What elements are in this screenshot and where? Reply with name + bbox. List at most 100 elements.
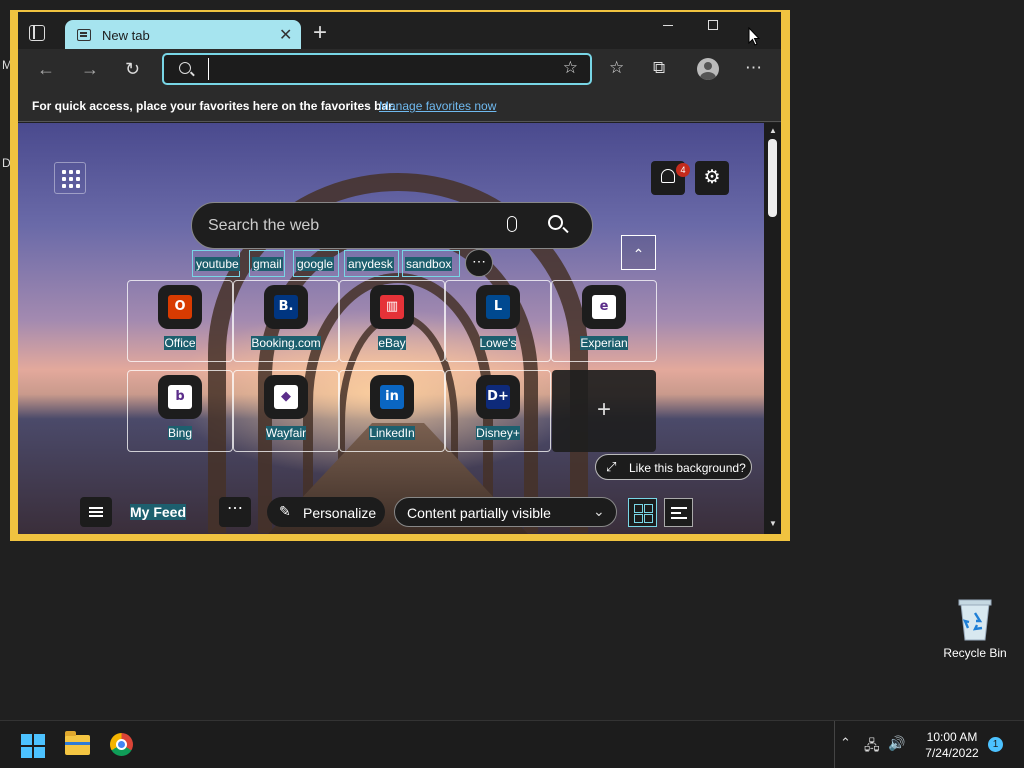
top-site-icon-wrap: D+	[476, 375, 520, 419]
content-visibility-value: Content partially visible	[407, 505, 551, 521]
favorites-icon[interactable]: ☆	[609, 58, 624, 78]
wayfair-icon: ◆	[274, 385, 298, 409]
top-site-tile[interactable]: b Bing	[127, 370, 233, 452]
top-site-tile[interactable]: e Experian	[551, 280, 657, 362]
feed-more-button[interactable]: ⋯	[219, 497, 251, 527]
microphone-icon[interactable]	[507, 216, 517, 232]
quick-links-more-button[interactable]: ⋯	[465, 249, 493, 277]
profile-avatar[interactable]	[697, 58, 719, 80]
search-icon[interactable]	[548, 215, 563, 230]
top-site-tile[interactable]: O Office	[127, 280, 233, 362]
menu-hamburger-icon[interactable]	[80, 497, 112, 527]
top-site-name: Office	[164, 336, 196, 350]
top-site-icon-wrap: b	[158, 375, 202, 419]
web-search-box[interactable]: Search the web	[191, 202, 593, 249]
ebay-icon: ▥	[380, 295, 404, 319]
like-background-button[interactable]: ⤢ Like this background?	[595, 454, 752, 480]
browser-window: New tab ✕ + ← → ↻ ☆ ☆ ⧉ ⋯ For quick acce…	[10, 10, 790, 541]
notification-center-badge[interactable]: 1	[988, 737, 1003, 752]
pencil-icon: ✎	[279, 503, 291, 519]
close-tab-icon[interactable]: ✕	[279, 25, 292, 45]
top-site-name: LinkedIn	[369, 426, 415, 440]
top-site-tile[interactable]: ◆ Wayfair	[233, 370, 339, 452]
favorites-bar: For quick access, place your favorites h…	[18, 91, 781, 122]
add-site-button[interactable]: +	[552, 370, 656, 452]
top-site-icon-wrap: ▥	[370, 285, 414, 329]
maximize-button[interactable]	[708, 20, 718, 30]
quick-link-chip[interactable]: anydesk	[344, 250, 399, 277]
scroll-up-arrow-icon[interactable]: ▲	[769, 126, 777, 135]
list-view-icon[interactable]	[664, 498, 693, 527]
clock-time: 10:00 AM	[926, 730, 978, 744]
mouse-cursor-icon	[748, 26, 761, 51]
volume-icon[interactable]: 🔊	[888, 735, 905, 752]
top-site-name: Wayfair	[265, 426, 307, 440]
top-site-name: Disney+	[476, 426, 520, 440]
app-launcher-icon[interactable]	[54, 162, 86, 194]
tray-divider	[834, 721, 835, 768]
scroll-down-arrow-icon[interactable]: ▼	[769, 519, 777, 528]
content-visibility-dropdown[interactable]: Content partially visible ⌄	[394, 497, 617, 527]
settings-gear-icon[interactable]: ⚙	[695, 161, 729, 195]
vertical-scrollbar[interactable]: ▲ ▼	[764, 123, 781, 534]
linkedin-icon: in	[380, 385, 404, 409]
top-site-icon-wrap: e	[582, 285, 626, 329]
top-site-icon-wrap: ◆	[264, 375, 308, 419]
recycle-bin-icon	[955, 596, 995, 642]
chevron-up-icon[interactable]: ⌃	[840, 735, 851, 751]
top-site-tile[interactable]: D+ Disney+	[445, 370, 551, 452]
tab-actions-icon[interactable]	[29, 25, 45, 41]
scrollbar-thumb[interactable]	[768, 139, 777, 217]
tab-new-tab[interactable]: New tab ✕	[65, 20, 301, 50]
address-bar[interactable]: ☆	[162, 53, 592, 85]
recycle-bin-label: Recycle Bin	[943, 646, 1007, 660]
quick-link-chip[interactable]: google	[293, 250, 339, 277]
top-site-name: Bing	[167, 426, 193, 440]
top-site-tile[interactable]: ▥ eBay	[339, 280, 445, 362]
personalize-button[interactable]: ✎ Personalize	[267, 497, 385, 527]
collapse-chevron-up-icon[interactable]: ⌃	[621, 235, 656, 270]
forward-arrow-icon[interactable]: →	[81, 59, 99, 80]
back-arrow-icon[interactable]: ←	[37, 59, 55, 80]
address-input[interactable]	[208, 58, 548, 80]
my-feed-tab[interactable]: My Feed	[130, 504, 187, 520]
notifications-button[interactable]: 4	[651, 161, 690, 195]
system-clock[interactable]: 10:00 AM 7/24/2022	[912, 729, 992, 761]
personalize-label: Personalize	[303, 505, 377, 521]
windows-start-icon[interactable]	[21, 734, 45, 758]
toolbar: ← → ↻ ☆ ☆ ⧉ ⋯	[18, 49, 781, 91]
more-options-icon[interactable]: ⋯	[745, 58, 762, 78]
clock-date: 7/24/2022	[925, 746, 979, 760]
web-search-placeholder: Search the web	[208, 217, 320, 234]
minimize-button[interactable]	[663, 25, 673, 26]
top-site-icon-wrap: B.	[264, 285, 308, 329]
network-icon[interactable]: 🖧	[864, 735, 880, 759]
chrome-icon[interactable]	[110, 733, 133, 756]
top-site-icon-wrap: O	[158, 285, 202, 329]
refresh-icon[interactable]: ↻	[125, 59, 140, 80]
experian-icon: e	[592, 295, 616, 319]
top-site-tile[interactable]: in LinkedIn	[339, 370, 445, 452]
new-tab-page: 4 ⚙ Search the web youtube gmail google …	[18, 123, 764, 534]
title-bar: New tab ✕ +	[18, 12, 781, 51]
quick-link-chip[interactable]: sandbox	[402, 250, 460, 277]
taskbar: ⌃ 🖧 🔊 10:00 AM 7/24/2022 1	[0, 720, 1024, 768]
collections-icon[interactable]: ⧉	[653, 58, 665, 78]
top-site-name: Lowe's	[479, 336, 517, 350]
quick-link-chip[interactable]: youtube	[192, 250, 240, 277]
recycle-bin[interactable]: Recycle Bin	[940, 596, 1010, 660]
top-site-name: Experian	[580, 336, 628, 350]
booking-icon: B.	[274, 295, 298, 319]
grid-view-icon[interactable]	[628, 498, 657, 527]
top-site-icon-wrap: L	[476, 285, 520, 329]
manage-favorites-link[interactable]: Manage favorites now	[379, 99, 496, 113]
file-explorer-icon[interactable]	[65, 731, 90, 755]
add-favorite-star-icon[interactable]: ☆	[563, 58, 578, 78]
top-site-tile[interactable]: B. Booking.com	[233, 280, 339, 362]
top-site-tile[interactable]: L Lowe's	[445, 280, 551, 362]
quick-link-chip[interactable]: gmail	[249, 250, 285, 277]
bing-icon: b	[168, 385, 192, 409]
feed-bar: My Feed ⋯ ✎ Personalize Content partiall…	[18, 491, 764, 534]
top-site-name: eBay	[378, 336, 406, 350]
new-tab-button[interactable]: +	[313, 19, 327, 47]
